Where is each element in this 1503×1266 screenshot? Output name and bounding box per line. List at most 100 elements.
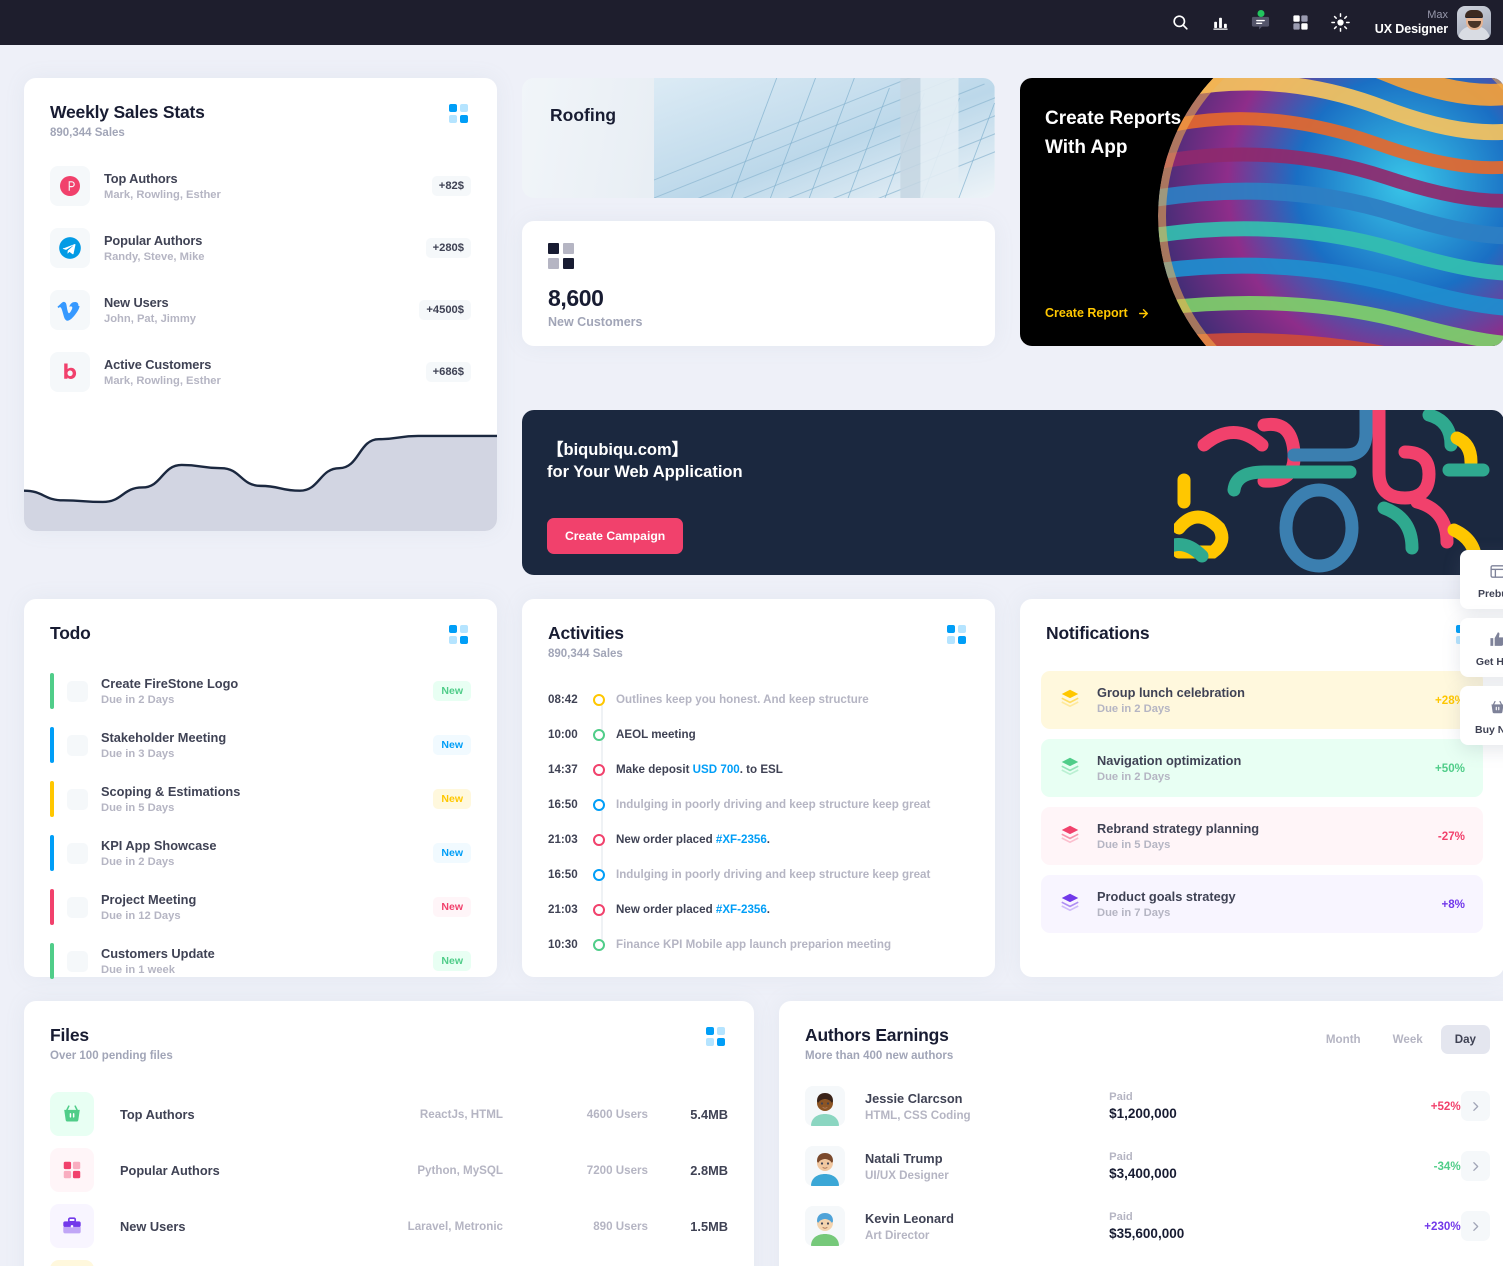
user-profile[interactable]: Max UX Designer [1375,5,1495,40]
list-item[interactable]: Active Customers Mark, Rowling, Esther +68… [50,352,471,392]
priority-bar [50,889,54,925]
floating-button-get-help[interactable]: Get Help [1460,618,1503,677]
status-badge: New [433,897,471,917]
list-item[interactable]: Group lunch celebration Due in 2 Days +28% [1041,671,1483,729]
timeline-bullet-icon [593,763,605,776]
card-menu-grid-icon[interactable] [706,1027,728,1049]
list-item[interactable]: Navigation optimization Due in 2 Days +50% [1041,739,1483,797]
author-paid: Paid $35,600,000 [1109,1211,1334,1241]
table-row[interactable]: Active CustomersAngularJS, C#4600 Users5… [50,1254,728,1266]
table-row[interactable]: Kevin Leonard Art Director Paid $35,600,000… [805,1196,1490,1256]
list-item[interactable]: Scoping & Estimations Due in 5 Days New [50,781,471,817]
author-percent: +52% [1430,1099,1461,1113]
create-report-link[interactable]: Create Report [1045,306,1150,320]
author-role: Art Director [865,1228,930,1242]
notification-name: Rebrand strategy planning [1097,821,1260,836]
chart-icon[interactable] [1203,5,1239,41]
todo-card: Todo Create FireStone Logo Due in 2 Days N… [24,599,497,979]
brightness-icon[interactable] [1323,5,1359,41]
chat-icon[interactable] [1243,5,1279,41]
activity-link[interactable]: USD 700 [693,763,740,776]
todo-checkbox[interactable] [67,842,88,864]
chevron-right-icon[interactable] [1460,1211,1490,1241]
todo-info: Stakeholder Meeting Due in 3 Days [101,730,420,760]
list-item[interactable]: 08:42 Outlines keep you honest. And keep … [548,682,969,717]
notification-due: Due in 5 Days [1097,839,1171,851]
list-item[interactable]: Product goals strategy Due in 7 Days +8% [1041,875,1483,933]
chevron-right-icon[interactable] [1460,1151,1490,1181]
notification-info: Product goals strategy Due in 7 Days [1097,889,1425,919]
activities-title: Activities [548,623,624,643]
activity-time: 10:30 [548,938,578,951]
activity-link[interactable]: #XF-2356 [716,903,767,916]
todo-checkbox[interactable] [67,680,88,702]
tab-day[interactable]: Day [1440,1025,1490,1054]
roofing-card[interactable]: Roofing [522,78,995,198]
authors-list: Jessie Clarcson HTML, CSS Coding Paid $1,20… [779,1062,1503,1266]
list-item[interactable]: Customers Update Due in 1 week New [50,943,471,979]
list-item[interactable]: Top Authors Mark, Rowling, Esther +82$ [50,166,471,206]
apps-grid-icon[interactable] [1283,5,1319,41]
list-item[interactable]: 16:50 Indulging in poorly driving and kee… [548,857,969,892]
todo-column: Todo Create FireStone Logo Due in 2 Days N… [24,599,497,979]
list-item[interactable]: New Users John, Pat, Jimmy +4500$ [50,290,471,330]
activity-link[interactable]: #XF-2356 [716,833,767,846]
telegram-icon [50,228,90,268]
activity-time: 21:03 [548,903,578,916]
table-row[interactable]: Brad SimmonsSuccessful FellasPaid$200,50… [805,1256,1490,1266]
floating-button-buy-now[interactable]: Buy Now [1460,686,1503,745]
list-item[interactable]: 10:00 AEOL meeting [548,717,969,752]
activity-time: 16:50 [548,798,578,811]
todo-checkbox[interactable] [67,896,88,918]
card-menu-grid-icon[interactable] [947,625,969,647]
list-item[interactable]: 21:03 New order placed #XF-2356. [548,892,969,927]
tab-month[interactable]: Month [1312,1025,1375,1054]
todo-checkbox[interactable] [67,950,88,972]
todo-checkbox[interactable] [67,788,88,810]
todo-list: Create FireStone Logo Due in 2 Days New Sta… [24,647,497,979]
timeline-bullet-icon [593,798,605,811]
card-menu-grid-icon[interactable] [449,625,471,647]
activity-text: Make deposit [616,763,693,776]
create-campaign-button[interactable]: Create Campaign [547,518,684,554]
tab-week[interactable]: Week [1379,1025,1437,1054]
list-item[interactable]: 14:37 Make deposit USD 700. to ESL [548,752,969,787]
list-item[interactable]: Rebrand strategy planning Due in 5 Days -2… [1041,807,1483,865]
stat-info: Popular Authors Randy, Steve, Mike [104,233,412,263]
arrow-right-icon [1138,308,1148,318]
list-item[interactable]: Project Meeting Due in 12 Days New [50,889,471,925]
list-item[interactable]: Popular Authors Randy, Steve, Mike +280$ [50,228,471,268]
chevron-right-icon[interactable] [1460,1091,1490,1121]
list-item[interactable]: 21:03 New order placed #XF-2356. [548,822,969,857]
table-row[interactable]: Jessie Clarcson HTML, CSS Coding Paid $1,20… [805,1076,1490,1136]
notification-percent: -27% [1437,829,1465,843]
activities-column: Activities 890,344 Sales 08:42 Outlines k… [522,599,995,977]
decorative-pattern [1174,410,1503,575]
author-info: Jessie Clarcson HTML, CSS Coding [865,1091,1109,1122]
author-info: Natali Trump UI/UX Designer [865,1151,1109,1182]
files-column: Files Over 100 pending files Top Authors… [24,1001,754,1266]
list-item[interactable]: KPI App Showcase Due in 2 Days New [50,835,471,871]
list-item[interactable]: Stakeholder Meeting Due in 3 Days New [50,727,471,763]
activity-text-2: . [766,903,771,916]
author-name: Natali Trump [865,1150,943,1166]
list-item[interactable]: 10:30 Finance KPI Mobile app launch prepa… [548,927,969,962]
list-item[interactable]: Create FireStone Logo Due in 2 Days New [50,673,471,709]
table-row[interactable]: Natali Trump UI/UX Designer Paid $3,400,000… [805,1136,1490,1196]
avatar[interactable] [1457,5,1491,40]
table-row[interactable]: Top Authors ReactJs, HTML 4600 Users 5.4MB [50,1086,728,1142]
create-report-label: Create Report [1045,306,1128,320]
priority-bar [50,835,54,871]
list-item[interactable]: 16:50 Indulging in poorly driving and kee… [548,787,969,822]
card-menu-grid-icon[interactable] [449,104,471,126]
search-icon[interactable] [1163,5,1199,41]
author-percent: +230% [1424,1219,1461,1233]
weekly-sales-subtitle: 890,344 Sales [50,127,125,139]
stat-name: Top Authors [104,171,178,186]
todo-due: Due in 5 Days [101,802,175,814]
floating-button-prebuilt[interactable]: Prebuilt [1460,550,1503,609]
table-row[interactable]: New Users Laravel, Metronic 890 Users 1.5MB [50,1198,728,1254]
table-row[interactable]: Popular Authors Python, MySQL 7200 Users 2.… [50,1142,728,1198]
todo-checkbox[interactable] [67,734,88,756]
new-customers-card: 8,600 New Customers [522,221,995,346]
